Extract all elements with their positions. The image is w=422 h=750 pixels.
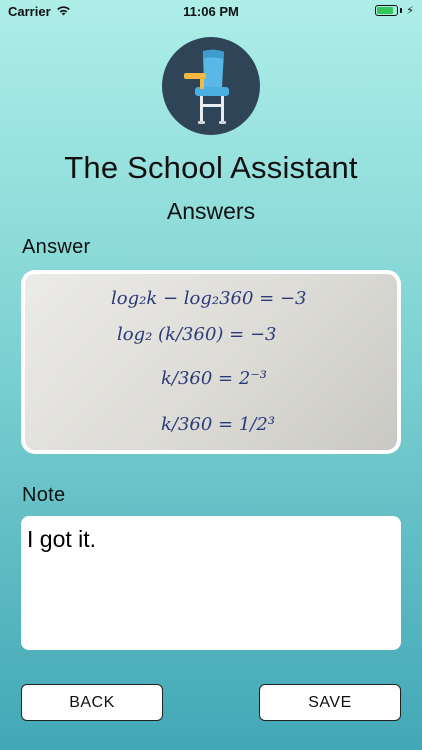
handwritten-math: log₂k − log₂360 = −3 log₂ (k/360) = −3 k… <box>111 288 307 435</box>
page-title: Answers <box>166 198 256 224</box>
charging-bolt-icon: ⚡ <box>406 5 414 17</box>
battery-cap <box>400 8 403 13</box>
answer-label: Answer <box>22 236 91 258</box>
battery-group: ⚡ <box>375 4 414 17</box>
save-button[interactable]: SAVE <box>259 684 401 721</box>
answer-photo-paper: log₂k − log₂360 = −3 log₂ (k/360) = −3 k… <box>25 274 397 450</box>
answer-photo[interactable]: log₂k − log₂360 = −3 log₂ (k/360) = −3 k… <box>21 270 401 454</box>
note-field[interactable]: I got it. <box>21 516 401 650</box>
status-time: 11:06 PM <box>183 4 239 19</box>
math-line-3: k/360 = 2⁻³ <box>161 368 267 389</box>
math-line-2: log₂ (k/360) = −3 <box>117 324 277 345</box>
school-chair-icon <box>162 37 260 135</box>
math-line-4: k/360 = 1/2³ <box>161 414 275 435</box>
math-line-1: log₂k − log₂360 = −3 <box>111 288 307 309</box>
note-label: Note <box>22 484 66 506</box>
status-bar: Carrier 11:06 PM ⚡ <box>0 0 422 22</box>
back-button[interactable]: BACK <box>21 684 163 721</box>
battery-level-fill <box>377 7 394 14</box>
app-title: The School Assistant <box>64 150 358 185</box>
battery-icon <box>375 5 399 16</box>
